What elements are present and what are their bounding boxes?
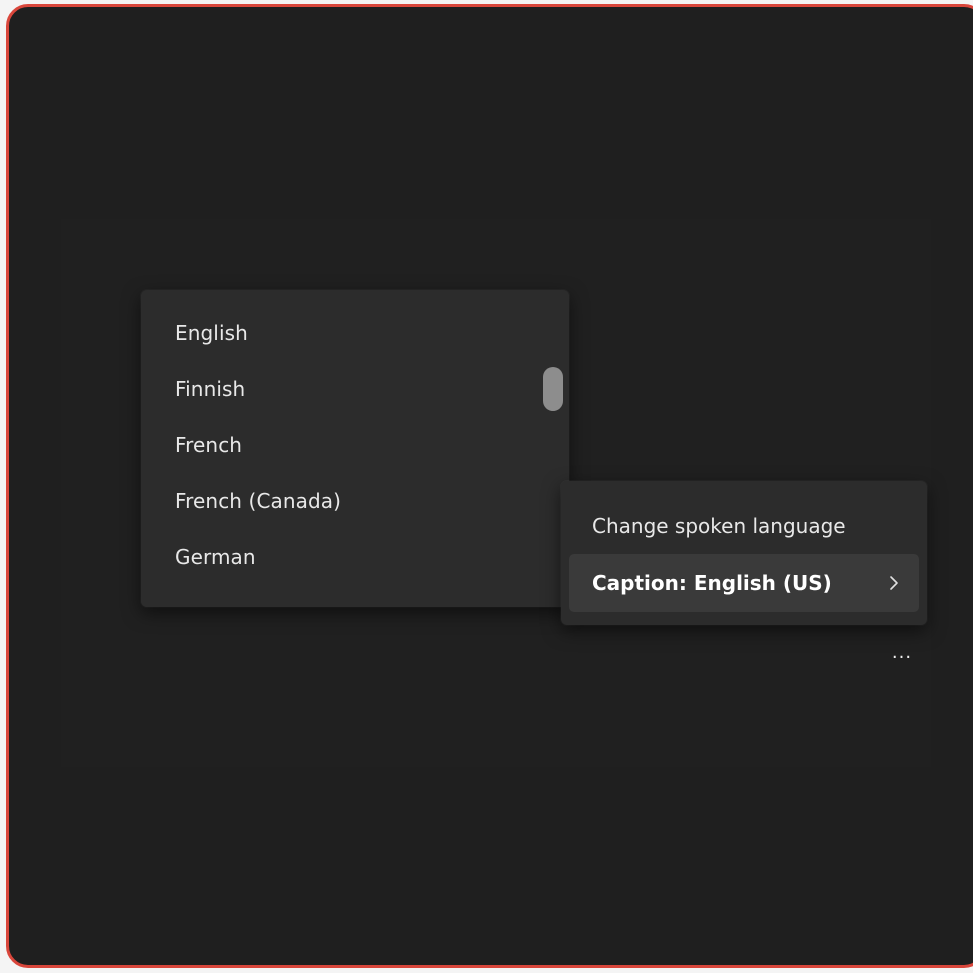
language-list: English Finnish French French (Canada) G… [141,305,569,607]
language-option-french-canada[interactable]: French (Canada) [141,473,569,529]
language-dropdown-menu[interactable]: English Finnish French French (Canada) G… [141,290,569,607]
caption-language-item[interactable]: Caption: English (US) [569,554,919,612]
more-horizontal-icon: ... [891,642,913,663]
caption-language-label: Caption: English (US) [592,571,832,595]
language-menu-scrollbar-thumb[interactable] [543,367,563,411]
app-window-frame: English Finnish French French (Canada) G… [6,4,973,968]
language-option-english[interactable]: English [141,305,569,361]
language-option-french[interactable]: French [141,417,569,473]
language-option-finnish[interactable]: Finnish [141,361,569,417]
change-spoken-language-item[interactable]: Change spoken language [569,497,919,555]
menu-bottom-clip [141,595,569,607]
language-option-german[interactable]: German [141,529,569,585]
change-spoken-language-label: Change spoken language [592,514,846,538]
caption-context-menu: Change spoken language Caption: English … [561,481,927,625]
more-options-button[interactable]: ... [888,642,916,663]
chevron-right-icon [890,576,898,590]
